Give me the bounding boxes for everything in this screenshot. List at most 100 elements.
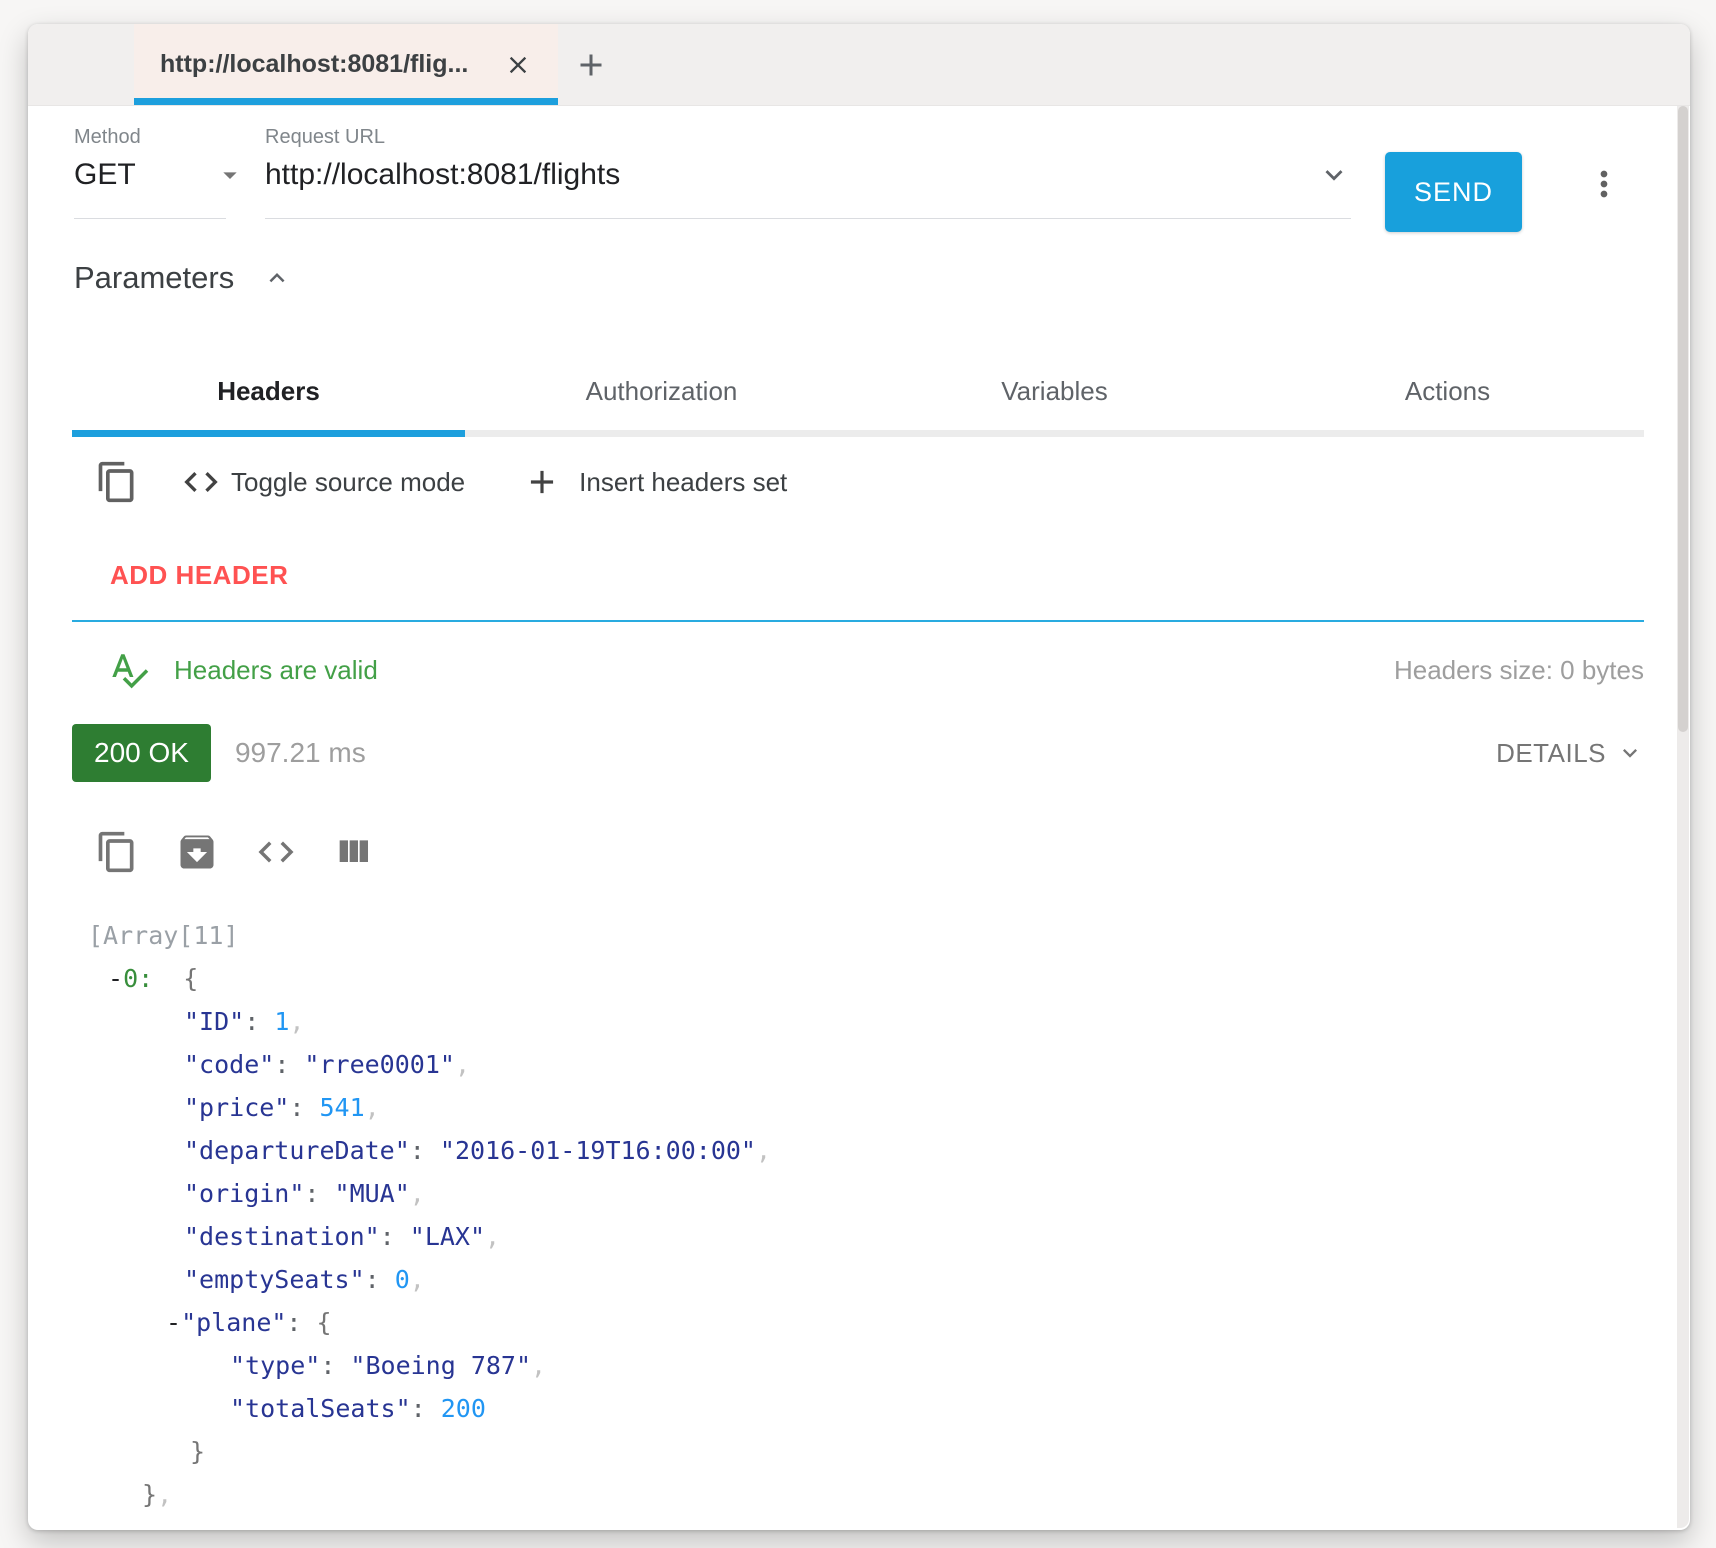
json-token-key: "origin" bbox=[184, 1179, 304, 1208]
json-token-str: "LAX" bbox=[410, 1222, 485, 1251]
json-token-comma: , bbox=[485, 1222, 500, 1251]
request-url-label: Request URL bbox=[265, 126, 385, 149]
request-tab-title: http://localhost:8081/flig... bbox=[160, 50, 504, 79]
method-underline bbox=[74, 218, 226, 219]
scrollbar[interactable] bbox=[1677, 106, 1689, 1528]
json-token-str: "2016-01-19T16:00:00" bbox=[440, 1136, 756, 1165]
json-token-num: 1 bbox=[274, 1007, 289, 1036]
tab-close-icon[interactable] bbox=[504, 51, 532, 79]
json-token-comma: , bbox=[365, 1093, 380, 1122]
json-line: }, bbox=[88, 1473, 1650, 1516]
json-token-key: "ID" bbox=[184, 1007, 244, 1036]
url-underline bbox=[265, 218, 1351, 219]
json-token-key: "price" bbox=[184, 1093, 289, 1122]
method-value: GET bbox=[74, 158, 136, 192]
parameters-tabs: Headers Authorization Variables Actions bbox=[72, 346, 1644, 437]
json-token-str: "Boeing 787" bbox=[350, 1351, 531, 1380]
request-url-value: http://localhost:8081/flights bbox=[265, 158, 620, 192]
json-token-colon: : bbox=[410, 1136, 440, 1165]
json-token-key: "emptySeats" bbox=[184, 1265, 365, 1294]
tab-bar: http://localhost:8081/flig... bbox=[28, 24, 1690, 106]
response-time: 997.21 ms bbox=[235, 737, 366, 769]
headers-size-label: Headers size: 0 bytes bbox=[1394, 655, 1644, 686]
more-options-icon[interactable] bbox=[1584, 164, 1624, 204]
json-line: "price": 541, bbox=[88, 1086, 1650, 1129]
request-url-input[interactable]: http://localhost:8081/flights bbox=[265, 158, 1351, 192]
json-token-comma: , bbox=[289, 1007, 304, 1036]
json-token-colon: : bbox=[244, 1007, 274, 1036]
view-source-icon[interactable] bbox=[255, 831, 297, 873]
json-token-key: "type" bbox=[230, 1351, 320, 1380]
details-button[interactable]: DETAILS bbox=[1496, 738, 1644, 769]
json-token-num: 541 bbox=[319, 1093, 364, 1122]
code-icon[interactable] bbox=[181, 462, 221, 502]
json-token-num: 200 bbox=[441, 1394, 486, 1423]
json-token-brace: { bbox=[153, 964, 198, 993]
json-line: "type": "Boeing 787", bbox=[88, 1344, 1650, 1387]
headers-validation-row: Headers are valid Headers size: 0 bytes bbox=[72, 642, 1644, 698]
json-line: "destination": "LAX", bbox=[88, 1215, 1650, 1258]
json-token-colon: : bbox=[365, 1265, 395, 1294]
columns-view-icon[interactable] bbox=[333, 832, 373, 872]
insert-headers-set-button[interactable]: Insert headers set bbox=[579, 467, 787, 498]
json-token-key: "totalSeats" bbox=[230, 1394, 411, 1423]
chevron-up-icon bbox=[262, 263, 292, 293]
collapse-toggle[interactable]: - bbox=[166, 1308, 181, 1337]
collapse-toggle[interactable]: - bbox=[108, 964, 123, 993]
parameters-toggle[interactable]: Parameters bbox=[74, 260, 292, 296]
new-tab-icon[interactable] bbox=[573, 47, 609, 83]
json-token-comma: , bbox=[455, 1050, 470, 1079]
json-token-brace: { bbox=[317, 1308, 332, 1337]
json-token-colon: : bbox=[411, 1394, 441, 1423]
json-line: -"plane": { bbox=[88, 1301, 1650, 1344]
json-token-colon: : bbox=[304, 1179, 334, 1208]
headers-toolbar: Toggle source mode Insert headers set bbox=[95, 454, 787, 510]
tab-variables[interactable]: Variables bbox=[858, 346, 1251, 437]
json-token-key: "destination" bbox=[184, 1222, 380, 1251]
json-token-colon: : bbox=[286, 1308, 316, 1337]
save-response-icon[interactable] bbox=[175, 830, 219, 874]
json-line: "code": "rree0001", bbox=[88, 1043, 1650, 1086]
toggle-source-mode-button[interactable]: Toggle source mode bbox=[231, 467, 465, 498]
json-line: "departureDate": "2016-01-19T16:00:00", bbox=[88, 1129, 1650, 1172]
response-toolbar bbox=[95, 824, 373, 880]
scrollbar-thumb[interactable] bbox=[1678, 106, 1688, 732]
json-token-colon: : bbox=[289, 1093, 319, 1122]
copy-icon[interactable] bbox=[95, 460, 139, 504]
active-tab-indicator bbox=[134, 98, 558, 105]
json-token-key: "departureDate" bbox=[184, 1136, 410, 1165]
send-button[interactable]: SEND bbox=[1385, 152, 1522, 232]
details-chevron-icon bbox=[1616, 739, 1644, 767]
spellcheck-icon bbox=[108, 649, 150, 691]
details-label: DETAILS bbox=[1496, 738, 1606, 769]
json-token-comma: , bbox=[410, 1265, 425, 1294]
tabs-active-indicator bbox=[72, 430, 465, 437]
tab-authorization[interactable]: Authorization bbox=[465, 346, 858, 437]
json-token-comma: , bbox=[157, 1480, 172, 1509]
tab-actions[interactable]: Actions bbox=[1251, 346, 1644, 437]
json-token-colon: : bbox=[380, 1222, 410, 1251]
request-tab[interactable]: http://localhost:8081/flig... bbox=[134, 24, 558, 105]
json-token-colon: : bbox=[274, 1050, 304, 1079]
plus-icon[interactable] bbox=[523, 463, 561, 501]
copy-response-icon[interactable] bbox=[95, 830, 139, 874]
method-select[interactable]: GET bbox=[74, 158, 246, 192]
json-token-str: "MUA" bbox=[335, 1179, 410, 1208]
method-label: Method bbox=[74, 126, 141, 149]
json-token-str: "rree0001" bbox=[304, 1050, 455, 1079]
json-token-idx: 0: bbox=[123, 964, 153, 993]
response-status-row: 200 OK 997.21 ms DETAILS bbox=[72, 722, 1644, 784]
section-divider bbox=[72, 620, 1644, 622]
json-token-comma: , bbox=[756, 1136, 771, 1165]
status-badge: 200 OK bbox=[72, 724, 211, 782]
add-header-button[interactable]: ADD HEADER bbox=[110, 560, 288, 591]
json-line: "ID": 1, bbox=[88, 1000, 1650, 1043]
url-suggestions-chevron-icon[interactable] bbox=[1317, 158, 1351, 192]
json-line: } bbox=[88, 1430, 1650, 1473]
json-token-num: 0 bbox=[395, 1265, 410, 1294]
json-token-comma: , bbox=[531, 1351, 546, 1380]
json-token-arr: [Array[11] bbox=[88, 921, 239, 950]
json-line: [Array[11] bbox=[88, 914, 1650, 957]
response-json-viewer: [Array[11]-0: {"ID": 1,"code": "rree0001… bbox=[88, 914, 1650, 1516]
tab-headers[interactable]: Headers bbox=[72, 346, 465, 437]
